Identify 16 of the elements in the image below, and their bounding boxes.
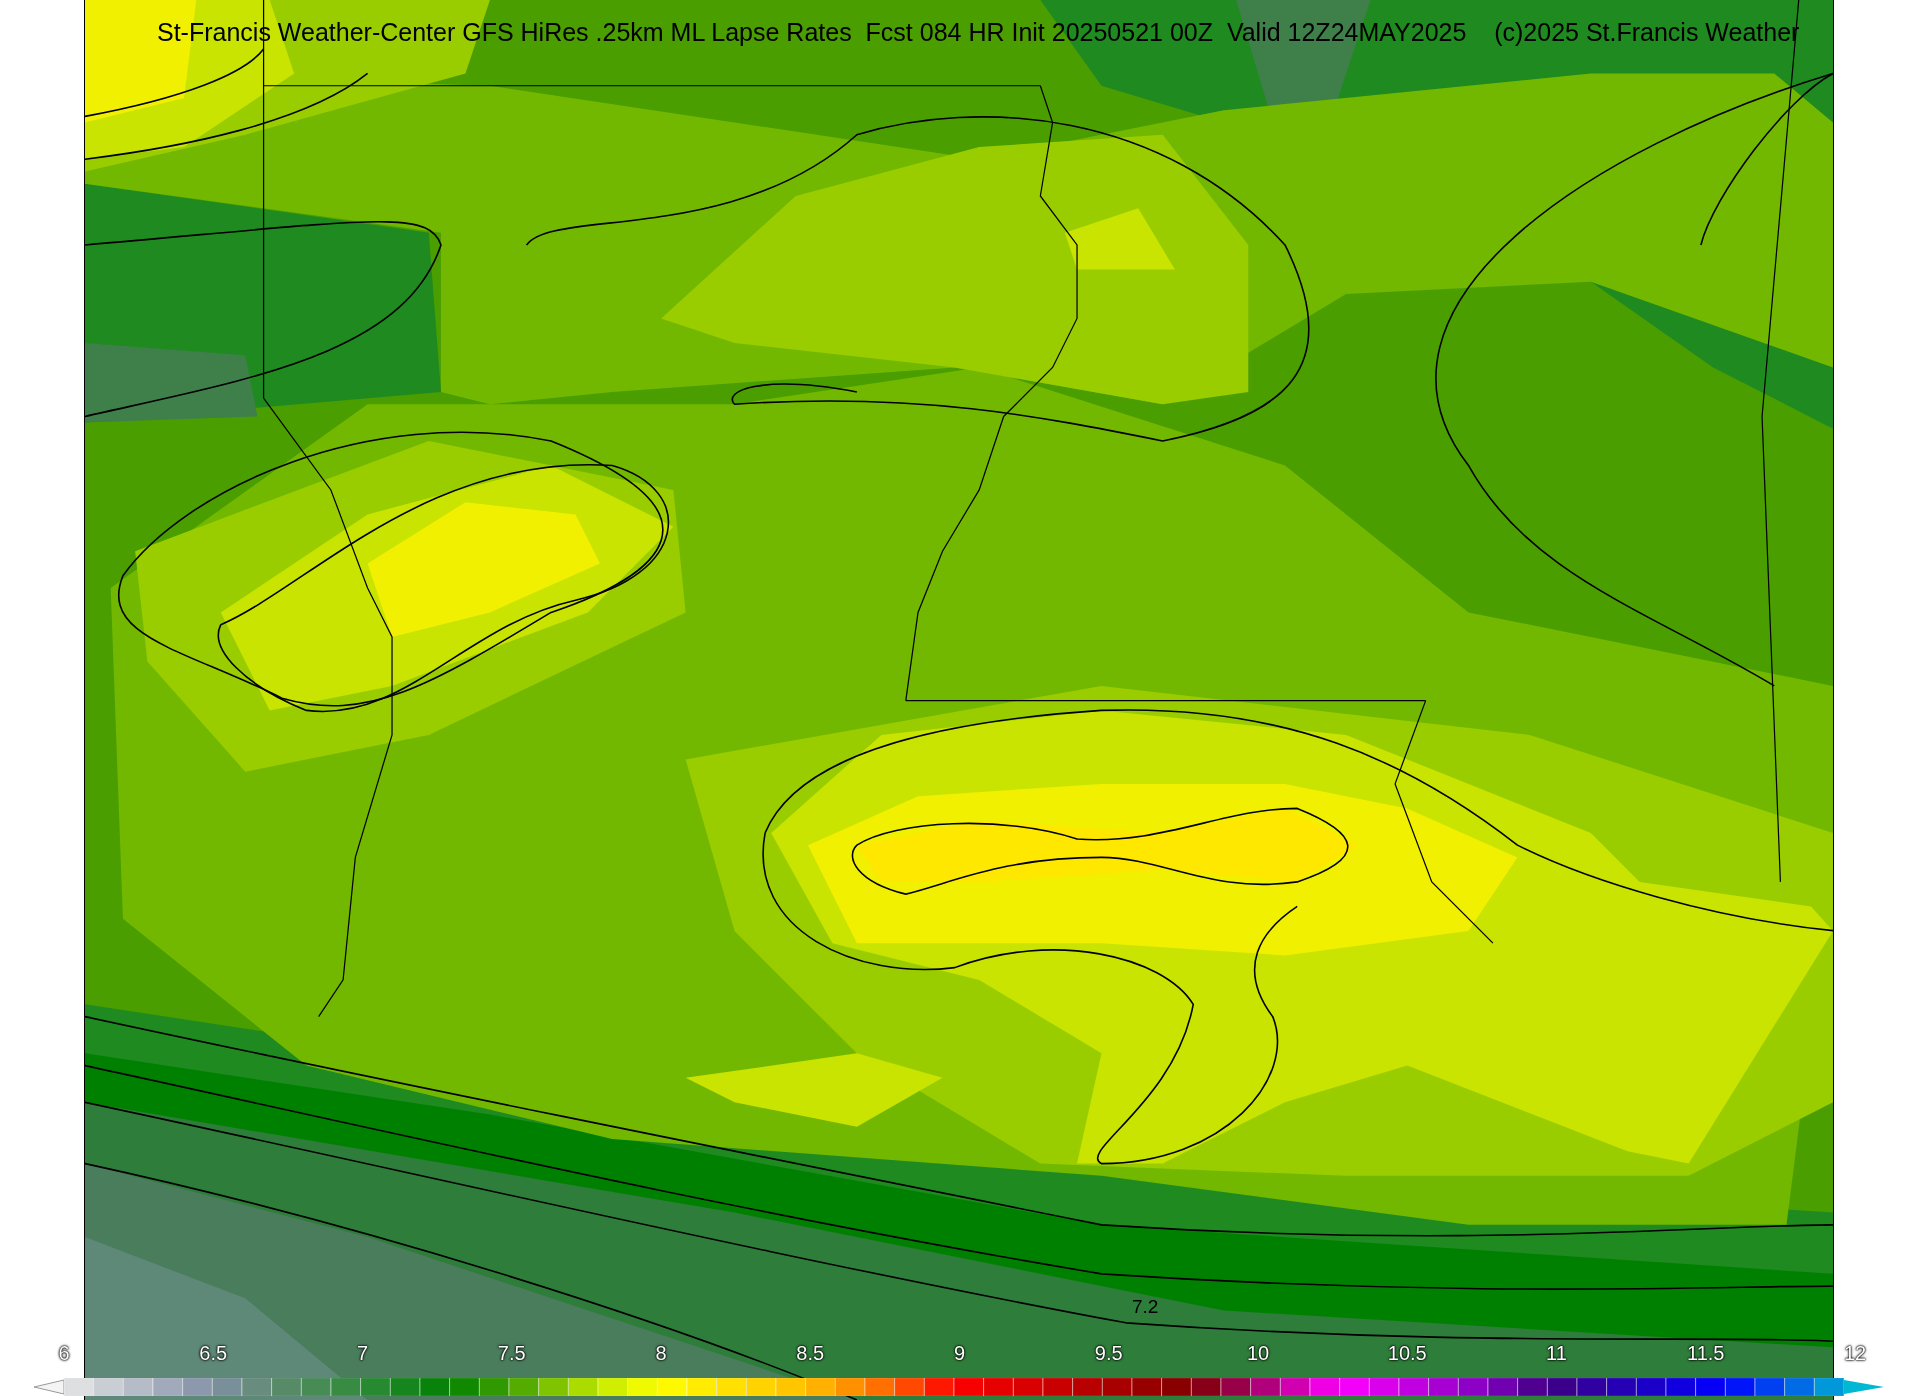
colorbar-tick-label: 11 — [1545, 1342, 1568, 1365]
colorbar-tick-label: 6.5 — [198, 1342, 229, 1365]
colorbar-tick-label: 7.5 — [496, 1342, 527, 1365]
colorbar-tick-label: 12 — [1842, 1342, 1868, 1365]
colorbar-low-arrow-icon — [34, 1378, 64, 1396]
colorbar-tick-label: 8.5 — [795, 1342, 826, 1365]
colorbar-high-arrow-icon — [1844, 1378, 1884, 1396]
colorbar-tick-label: 8 — [654, 1342, 668, 1365]
colorbar-tick-label: 10.5 — [1387, 1342, 1428, 1365]
contour-label: 7.2 — [1132, 1296, 1159, 1318]
colorbar-tick-label: 9.5 — [1093, 1342, 1124, 1365]
colorbar-tick-label: 7 — [355, 1342, 370, 1365]
colorbar-tick-label: 11.5 — [1686, 1342, 1726, 1365]
colorbar-tick-label: 10 — [1245, 1342, 1271, 1365]
colorbar-tick-label: 9 — [952, 1342, 967, 1365]
colorbar-tick-label: 6 — [57, 1342, 71, 1365]
